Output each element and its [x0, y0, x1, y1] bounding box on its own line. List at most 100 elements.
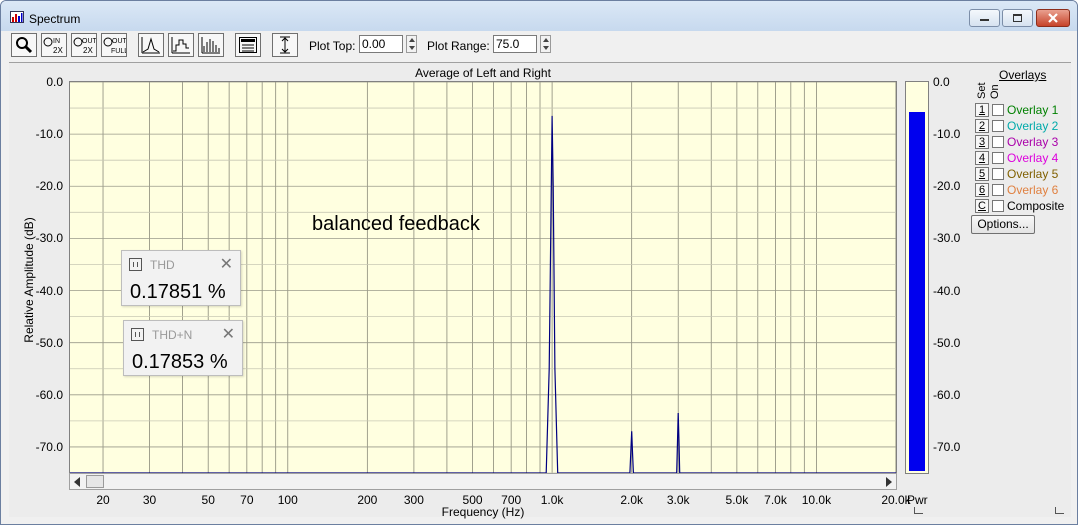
- y-tick-label: -70.0: [35, 439, 63, 454]
- meter-tick-label: -70.0: [933, 439, 961, 454]
- zoom-button[interactable]: [11, 33, 37, 57]
- meter-tick-label: -50.0: [933, 335, 961, 350]
- overlay-name: Composite: [1007, 199, 1065, 213]
- scroll-right-arrow-icon[interactable]: [886, 477, 892, 487]
- overlay-on-checkbox[interactable]: [992, 104, 1004, 116]
- overlay-set-button[interactable]: 2: [975, 119, 989, 133]
- plot-range-spinner[interactable]: [540, 35, 551, 53]
- overlays-title: Overlays: [999, 68, 1047, 82]
- close-icon: [1048, 13, 1058, 23]
- power-meter-fill: [909, 112, 925, 471]
- overlay-name: Overlay 6: [1007, 183, 1059, 197]
- thd-readout[interactable]: THD ✕ 0.17851 %: [121, 250, 241, 306]
- zoom-out-2x-button[interactable]: OUT 2X: [71, 33, 98, 57]
- minimize-icon: [980, 19, 989, 21]
- plot-top-label: Plot Top:: [309, 39, 356, 53]
- svg-text:OUT: OUT: [82, 38, 96, 45]
- close-button[interactable]: [1036, 9, 1070, 27]
- plot-top-spinner[interactable]: [406, 35, 417, 53]
- vertical-range-button[interactable]: [272, 33, 298, 57]
- overlay-on-checkbox[interactable]: [992, 200, 1004, 212]
- overlay-set-button[interactable]: 1: [975, 103, 989, 117]
- spectrum-panel: Average of Left and Right Relative Ampli…: [9, 62, 1071, 519]
- meter-tick-label: -40.0: [933, 283, 961, 298]
- overlay-on-checkbox[interactable]: [992, 152, 1004, 164]
- overlay-on-checkbox[interactable]: [992, 184, 1004, 196]
- x-axis-label: Frequency (Hz): [441, 505, 525, 519]
- svg-text:2X: 2X: [53, 46, 63, 55]
- overlay-name: Overlay 5: [1007, 167, 1059, 181]
- overlays-on-header: On: [989, 84, 1001, 99]
- step-graph-icon: [171, 37, 190, 54]
- power-meter: [905, 81, 929, 474]
- zoom-in-2x-button[interactable]: IN 2X: [41, 33, 67, 57]
- y-tick-label: -30.0: [35, 231, 63, 246]
- close-icon[interactable]: ✕: [222, 324, 235, 344]
- power-meter-label: Pwr: [907, 493, 928, 507]
- overlay-on-checkbox[interactable]: [992, 120, 1004, 132]
- thdn-readout[interactable]: THD+N ✕ 0.17853 %: [123, 320, 243, 376]
- overlay-options-button[interactable]: Options...: [971, 215, 1035, 234]
- overlay-row: 3 Overlay 3: [975, 135, 1075, 151]
- spectrum-window: Spectrum IN2X OUT2X OUTFULL: [0, 0, 1078, 525]
- overlay-set-button[interactable]: 6: [975, 183, 989, 197]
- y-tick-label: -10.0: [35, 127, 63, 142]
- overlay-name: Overlay 3: [1007, 135, 1059, 149]
- overlay-row: 2 Overlay 2: [975, 119, 1075, 135]
- frequency-scrollbar[interactable]: [69, 473, 897, 490]
- y-axis-label: Relative Amplitude (dB): [22, 217, 36, 343]
- meter-tick-label: -10.0: [933, 127, 961, 142]
- overlay-row: 5 Overlay 5: [975, 167, 1075, 183]
- line-graph-icon: [141, 37, 160, 54]
- resize-grip-icon[interactable]: [914, 507, 923, 514]
- y-tick-label: -40.0: [35, 283, 63, 298]
- spectrum-app-icon: [10, 11, 24, 23]
- overlay-set-button[interactable]: 3: [975, 135, 989, 149]
- legend-button[interactable]: [235, 33, 261, 57]
- zoom-in-2x-icon: IN2X: [43, 37, 63, 55]
- overlays-set-header: Set: [976, 82, 988, 99]
- overlay-name: Overlay 2: [1007, 119, 1059, 133]
- svg-text:IN: IN: [53, 38, 60, 45]
- overlay-on-checkbox[interactable]: [992, 168, 1004, 180]
- toolbar: IN2X OUT2X OUTFULL Plot Top: Plot Range:: [1, 31, 1077, 61]
- vertical-range-icon: [280, 36, 290, 54]
- pause-icon[interactable]: [131, 328, 144, 341]
- step-graph-button[interactable]: [168, 33, 194, 57]
- plot-range-input[interactable]: [493, 35, 537, 53]
- zoom-out-2x-icon: OUT2X: [73, 37, 98, 55]
- thd-readout-title: THD: [150, 258, 175, 272]
- scroll-thumb[interactable]: [86, 475, 104, 488]
- resize-grip-icon[interactable]: [1055, 507, 1064, 514]
- meter-tick-label: 0.0: [933, 75, 950, 89]
- thd-readout-value: 0.17851 %: [130, 281, 226, 303]
- overlay-name: Overlay 1: [1007, 103, 1059, 117]
- plot-top-input[interactable]: [359, 35, 403, 53]
- title-bar[interactable]: Spectrum: [1, 1, 1077, 31]
- meter-tick-label: -20.0: [933, 179, 961, 194]
- minimize-button[interactable]: [969, 9, 1000, 27]
- overlay-set-button[interactable]: C: [975, 199, 989, 213]
- restore-icon: [1013, 14, 1022, 22]
- thdn-readout-title: THD+N: [152, 328, 193, 342]
- close-icon[interactable]: ✕: [220, 254, 233, 274]
- y-tick-label: -50.0: [35, 335, 63, 350]
- overlay-set-button[interactable]: 4: [975, 151, 989, 165]
- overlay-row: 6 Overlay 6: [975, 183, 1075, 199]
- zoom-out-full-button[interactable]: OUT FULL: [101, 33, 128, 57]
- maximize-button[interactable]: [1002, 9, 1033, 27]
- overlay-set-button[interactable]: 5: [975, 167, 989, 181]
- bar-graph-button[interactable]: [198, 33, 224, 57]
- y-tick-label: -60.0: [35, 387, 63, 402]
- overlay-on-checkbox[interactable]: [992, 136, 1004, 148]
- plot-annotation: balanced feedback: [312, 213, 480, 235]
- y-tick-label: 0.0: [46, 75, 63, 89]
- window-title: Spectrum: [29, 12, 81, 26]
- overlay-name: Overlay 4: [1007, 151, 1059, 165]
- svg-text:2X: 2X: [83, 46, 93, 55]
- pause-icon[interactable]: [129, 258, 142, 271]
- line-graph-button[interactable]: [138, 33, 164, 57]
- scroll-left-arrow-icon[interactable]: [74, 477, 80, 487]
- bar-graph-icon: [201, 37, 220, 54]
- magnifier-icon: [16, 37, 33, 54]
